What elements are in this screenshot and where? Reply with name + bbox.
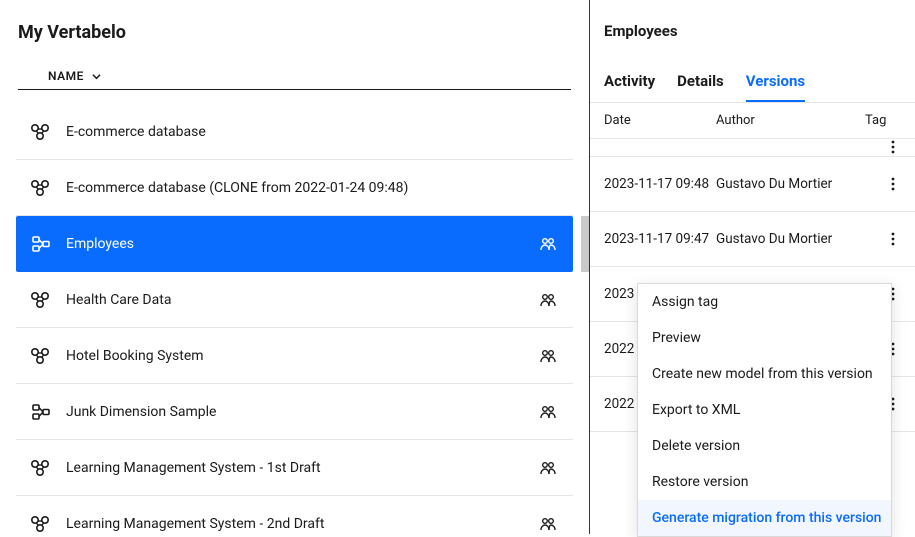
version-menu-button[interactable] bbox=[885, 140, 901, 154]
model-label: Health Care Data bbox=[66, 292, 523, 308]
tree-icon bbox=[30, 403, 52, 421]
left-title: My Vertabelo bbox=[0, 0, 589, 69]
shared-icon bbox=[537, 517, 559, 531]
tab-activity[interactable]: Activity bbox=[604, 72, 655, 102]
model-label: E-commerce database bbox=[66, 124, 523, 140]
model-row[interactable]: Learning Management System - 1st Draft bbox=[16, 440, 573, 496]
scrollbar-thumb[interactable] bbox=[581, 216, 589, 272]
ctx-item[interactable]: Create new model from this version bbox=[638, 356, 891, 392]
version-context-menu: Assign tagPreviewCreate new model from t… bbox=[637, 283, 892, 537]
nodes-icon bbox=[30, 123, 52, 141]
ctx-item[interactable]: Delete version bbox=[638, 428, 891, 464]
nodes-icon bbox=[30, 459, 52, 477]
shared-icon bbox=[537, 237, 559, 251]
header-author: Author bbox=[716, 113, 865, 128]
model-row[interactable]: Learning Management System - 2nd Draft bbox=[16, 496, 573, 534]
version-row bbox=[590, 139, 915, 157]
model-row[interactable]: E-commerce database bbox=[16, 104, 573, 160]
header-date: Date bbox=[604, 113, 716, 128]
left-panel: My Vertabelo NAME E-commerce databaseE-c… bbox=[0, 0, 590, 534]
nodes-icon bbox=[30, 515, 52, 533]
version-date: 2023-11-17 09:48 bbox=[604, 176, 716, 192]
version-author: Gustavo Du Mortier bbox=[716, 231, 885, 247]
nodes-icon bbox=[30, 291, 52, 309]
version-author: Gustavo Du Mortier bbox=[716, 176, 885, 192]
model-label: Learning Management System - 1st Draft bbox=[66, 460, 523, 476]
model-row[interactable]: Hotel Booking System bbox=[16, 328, 573, 384]
model-row[interactable]: Junk Dimension Sample bbox=[16, 384, 573, 440]
shared-icon bbox=[537, 405, 559, 419]
model-label: E-commerce database (CLONE from 2022-01-… bbox=[66, 180, 523, 196]
version-headers: Date Author Tag bbox=[590, 103, 915, 139]
right-title: Employees bbox=[590, 0, 915, 40]
shared-icon bbox=[537, 293, 559, 307]
ctx-item[interactable]: Assign tag bbox=[638, 284, 891, 320]
ctx-item[interactable]: Export to XML bbox=[638, 392, 891, 428]
version-menu-button[interactable] bbox=[885, 177, 901, 191]
tab-versions[interactable]: Versions bbox=[746, 72, 805, 102]
version-menu-button[interactable] bbox=[885, 232, 901, 246]
tabs: Activity Details Versions bbox=[590, 40, 915, 103]
shared-icon bbox=[537, 461, 559, 475]
version-date: 2023-11-17 09:47 bbox=[604, 231, 716, 247]
model-list: E-commerce database E-commerce database (… bbox=[0, 104, 589, 534]
model-label: Employees bbox=[66, 236, 523, 252]
model-row[interactable]: E-commerce database (CLONE from 2022-01-… bbox=[16, 160, 573, 216]
model-label: Learning Management System - 2nd Draft bbox=[66, 516, 523, 532]
ctx-item[interactable]: Restore version bbox=[638, 464, 891, 500]
ctx-item[interactable]: Preview bbox=[638, 320, 891, 356]
model-row[interactable]: Health Care Data bbox=[16, 272, 573, 328]
model-label: Junk Dimension Sample bbox=[66, 404, 523, 420]
nodes-icon bbox=[30, 347, 52, 365]
ctx-item[interactable]: Generate migration from this version bbox=[638, 500, 891, 536]
version-row: 2023-11-17 09:48Gustavo Du Mortier bbox=[590, 157, 915, 212]
model-label: Hotel Booking System bbox=[66, 348, 523, 364]
nodes-icon bbox=[30, 179, 52, 197]
tab-details[interactable]: Details bbox=[677, 72, 724, 102]
header-tag: Tag bbox=[865, 113, 901, 128]
chevron-down-icon bbox=[92, 72, 101, 81]
version-row: 2023-11-17 09:47Gustavo Du Mortier bbox=[590, 212, 915, 267]
model-row[interactable]: Employees bbox=[16, 216, 573, 272]
tree-icon bbox=[30, 235, 52, 253]
sort-by-name[interactable]: NAME bbox=[18, 69, 571, 90]
sort-label: NAME bbox=[48, 69, 84, 83]
shared-icon bbox=[537, 349, 559, 363]
